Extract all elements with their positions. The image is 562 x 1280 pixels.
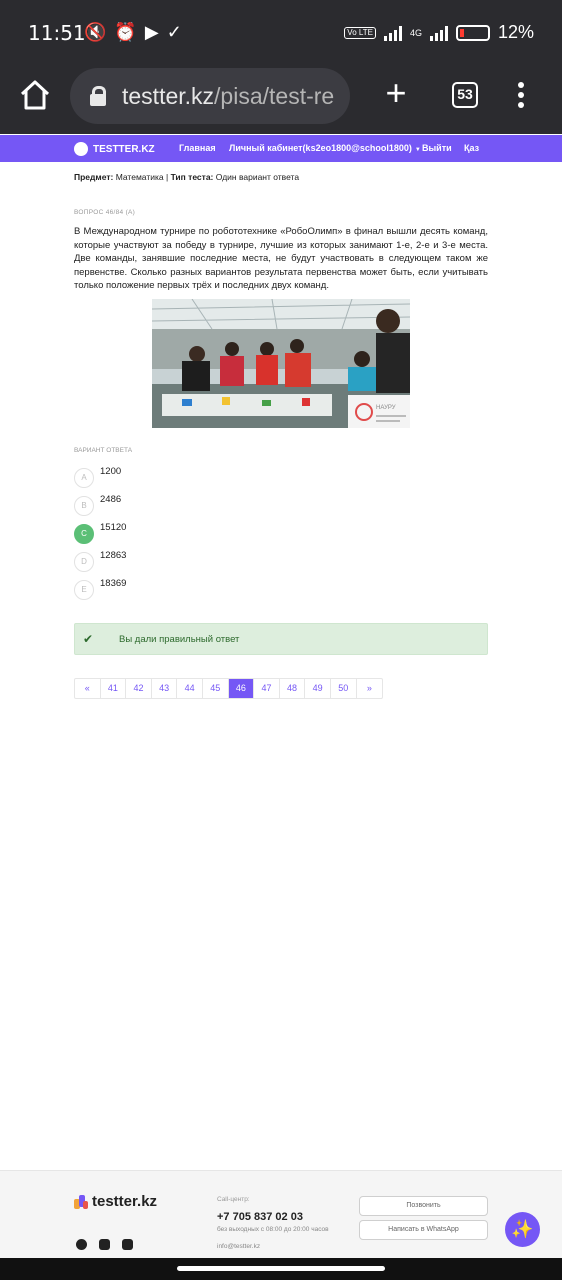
option-value: 1200 <box>100 466 122 477</box>
question-number: ВОПРОС 46/84 (A) <box>74 209 136 216</box>
image-caption: НАУРУ <box>376 405 396 411</box>
check-icon: ✔ <box>83 632 94 646</box>
status-time: 11:51 <box>28 21 86 45</box>
pagination-page[interactable]: 44 <box>177 679 203 698</box>
brand-logo-icon <box>74 1194 88 1209</box>
brand-name: TESTTER.KZ <box>93 143 155 155</box>
option-value: 12863 <box>100 550 127 561</box>
pagination-page[interactable]: 41 <box>101 679 127 698</box>
pagination-page[interactable]: 48 <box>280 679 306 698</box>
footer-hours: без выходных с 08:00 до 20:00 часов <box>217 1226 329 1233</box>
pagination-page[interactable]: 49 <box>305 679 331 698</box>
footer-brand-name: testter.kz <box>92 1193 158 1210</box>
answer-option[interactable]: D 12863 <box>74 550 274 572</box>
pagination-page[interactable]: 50 <box>331 679 357 698</box>
pagination-page[interactable]: 43 <box>152 679 178 698</box>
option-letter-correct: C <box>74 524 94 544</box>
pagination-page[interactable]: 42 <box>126 679 152 698</box>
check-icon: ✓ <box>166 22 182 42</box>
nav-language[interactable]: Қаз <box>464 143 479 153</box>
facebook-icon[interactable] <box>76 1239 87 1250</box>
answer-option[interactable]: E 18369 <box>74 578 274 600</box>
footer-brand[interactable]: testter.kz <box>74 1193 157 1210</box>
brand-logo-icon <box>74 142 88 156</box>
pagination-page-active[interactable]: 46 <box>228 679 255 698</box>
question-text: В Международном турнире по робототехнике… <box>74 226 488 291</box>
tiktok-icon[interactable] <box>122 1239 133 1250</box>
home-icon[interactable] <box>18 78 52 112</box>
answer-option[interactable]: B 2486 <box>74 494 274 516</box>
status-bar: 11:51 🔇 ⏰ ▶ ✓ Vo LTE 4G 12% <box>0 0 562 64</box>
option-value: 2486 <box>100 494 122 505</box>
network-type: 4G <box>409 27 422 38</box>
signal-icon <box>383 25 402 41</box>
pagination-next[interactable]: » <box>357 679 383 698</box>
site-footer: testter.kz Call-центр: +7 705 837 02 03 … <box>0 1170 562 1260</box>
url-path: /pisa/test-re <box>214 82 335 109</box>
site-brand[interactable]: TESTTER.KZ <box>74 142 155 156</box>
result-alert: ✔ Вы дали правильный ответ <box>74 623 488 655</box>
subject-line: Предмет: Математика | Тип теста: Один ва… <box>74 172 300 182</box>
whatsapp-button[interactable]: Написать в WhatsApp <box>359 1220 488 1240</box>
pagination: « 41 42 43 44 45 46 47 48 49 50 » <box>74 678 384 699</box>
social-links <box>76 1239 133 1250</box>
address-bar[interactable]: testter.kz/pisa/test-re <box>70 68 350 124</box>
option-value: 18369 <box>100 578 127 589</box>
caret-down-icon: ▼ <box>414 147 421 153</box>
volte-icon: Vo LTE <box>344 26 376 39</box>
call-button[interactable]: Позвонить <box>359 1196 488 1216</box>
nav-home[interactable]: Главная <box>179 143 216 153</box>
answer-option[interactable]: A 1200 <box>74 466 274 488</box>
option-value: 15120 <box>100 522 127 533</box>
nav-cabinet[interactable]: Личный кабинет(ks2eo1800@school1800) ▼ <box>229 143 421 153</box>
instagram-icon[interactable] <box>99 1239 110 1250</box>
status-right: Vo LTE 4G 12% <box>344 22 534 43</box>
battery-percent: 12% <box>497 22 534 42</box>
sparkle-assistant-icon[interactable]: ✨ <box>505 1212 540 1247</box>
mute-icon: 🔇 <box>84 22 107 42</box>
question-image: НАУРУ <box>152 299 410 428</box>
kebab-menu-icon[interactable] <box>516 82 526 110</box>
tab-switcher-button[interactable]: 53 <box>452 82 478 108</box>
pagination-page[interactable]: 45 <box>203 679 229 698</box>
option-letter: B <box>74 496 94 516</box>
gesture-handle[interactable] <box>177 1266 385 1271</box>
footer-phone[interactable]: +7 705 837 02 03 <box>217 1211 303 1223</box>
answer-option-selected[interactable]: C 15120 <box>74 522 274 544</box>
option-letter: D <box>74 552 94 572</box>
lock-icon <box>90 86 106 106</box>
option-letter: A <box>74 468 94 488</box>
site-navbar: TESTTER.KZ Главная Личный кабинет(ks2eo1… <box>0 135 562 162</box>
url-host: testter.kz <box>122 82 215 109</box>
browser-toolbar: testter.kz/pisa/test-re + 53 <box>0 64 562 134</box>
battery-icon <box>455 24 490 41</box>
pagination-page[interactable]: 47 <box>254 679 280 698</box>
system-nav-bar <box>0 1258 562 1280</box>
footer-email[interactable]: info@testter.kz <box>217 1243 260 1250</box>
new-tab-icon[interactable]: + <box>380 75 412 111</box>
answer-label: ВАРИАНТ ОТВЕТА <box>74 447 133 454</box>
result-message: Вы дали правильный ответ <box>119 634 240 645</box>
option-letter: E <box>74 580 94 600</box>
signal-icon-2 <box>429 25 448 41</box>
youtube-icon: ▶ <box>144 22 159 42</box>
alarm-icon: ⏰ <box>114 22 137 42</box>
nav-logout[interactable]: Выйти <box>422 143 452 153</box>
pagination-prev[interactable]: « <box>75 679 101 698</box>
call-center-label: Call-центр: <box>217 1196 250 1203</box>
status-notification-icons: 🔇 ⏰ ▶ ✓ <box>84 22 182 43</box>
